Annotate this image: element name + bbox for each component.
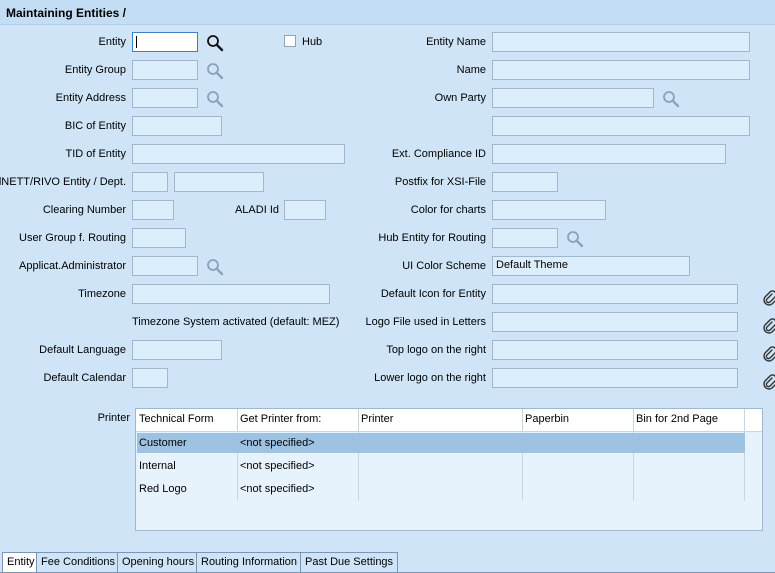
tid-label: TID of Entity [65,148,126,160]
color-charts-field[interactable] [492,200,606,220]
printer-table[interactable]: Technical Form Get Printer from: Printer… [135,408,763,531]
lower-logo-attach-icon[interactable] [760,372,775,390]
default-icon-label: Default Icon for Entity [380,288,486,300]
entity-group-label: Entity Group [64,64,126,76]
default-calendar-label: Default Calendar [43,372,126,384]
color-charts-label: Color for charts [410,204,486,216]
default-language-label: Default Language [39,344,126,356]
column-header[interactable]: Get Printer from: [240,413,321,425]
name-field[interactable] [492,60,750,80]
printer-label: Printer [97,412,130,424]
postfix-field[interactable] [492,172,558,192]
name-label: Name [456,64,486,76]
top-logo-field[interactable] [492,340,738,360]
window-title: Maintaining Entities / [6,6,127,20]
tab-entity[interactable]: Entity [2,552,40,572]
postfix-label: Postfix for XSI-File [394,176,486,188]
hub-label: Hub [302,36,323,48]
allnett-dept-field[interactable] [174,172,264,192]
column-header[interactable]: Technical Form [139,413,214,425]
own-party-label: Own Party [434,92,486,104]
ext-compliance-field[interactable] [492,144,726,164]
column-header[interactable]: Printer [361,413,393,425]
entity-group-field[interactable] [132,60,198,80]
lower-logo-field[interactable] [492,368,738,388]
tab-past-due-settings[interactable]: Past Due Settings [300,552,399,572]
app-admin-search-icon[interactable] [206,258,224,276]
allnett-entity-field[interactable] [132,172,168,192]
column-header[interactable]: Paperbin [525,413,569,425]
entity-address-field[interactable] [132,88,198,108]
table-row[interactable]: Customer <not specified> [136,433,744,453]
hub-routing-label: Hub Entity for Routing [378,232,486,244]
timezone-field[interactable] [132,284,330,304]
top-logo-label: Top logo on the right [386,344,486,356]
hub-routing-field[interactable] [492,228,558,248]
tab-opening-hours[interactable]: Opening hours [117,552,200,572]
own-party-search-icon[interactable] [662,90,680,108]
own-party-name-field[interactable] [492,116,750,136]
printer-table-header: Technical Form Get Printer from: Printer… [136,409,762,432]
entity-label: Entity [98,36,126,48]
top-logo-attach-icon[interactable] [760,344,775,362]
timezone-label: Timezone [78,288,126,300]
window-title-bar: Maintaining Entities / [0,0,775,25]
user-group-field[interactable] [132,228,186,248]
app-admin-field[interactable] [132,256,198,276]
hub-routing-search-icon[interactable] [566,230,584,248]
allnett-label: allNETT/RIVO Entity / Dept. [0,176,126,188]
column-header[interactable]: Bin for 2nd Page [636,413,718,425]
default-icon-field[interactable] [492,284,738,304]
entity-address-search-icon[interactable] [206,90,224,108]
logo-letters-label: Logo File used in Letters [365,316,486,328]
table-cell: Red Logo [139,483,187,495]
default-calendar-field[interactable] [132,368,168,388]
user-group-label: User Group f. Routing [19,232,126,244]
bic-field[interactable] [132,116,222,136]
entity-name-field[interactable] [492,32,750,52]
entity-field[interactable] [132,32,198,52]
tid-field[interactable] [132,144,345,164]
app-admin-label: Applicat.Administrator [19,260,126,272]
table-row[interactable]: Red Logo <not specified> [136,479,744,499]
default-icon-attach-icon[interactable] [760,288,775,306]
lower-logo-label: Lower logo on the right [374,372,486,384]
table-row[interactable]: Internal <not specified> [136,456,744,476]
default-language-field[interactable] [132,340,222,360]
clearing-field[interactable] [132,200,174,220]
clearing-label: Clearing Number [42,204,126,216]
ui-color-label: UI Color Scheme [402,260,486,272]
table-cell: Internal [139,460,176,472]
aladi-field[interactable] [284,200,326,220]
entity-group-search-icon[interactable] [206,62,224,80]
table-cell[interactable]: <not specified> [240,437,315,449]
entity-address-label: Entity Address [55,92,126,104]
logo-letters-field[interactable] [492,312,738,332]
tab-routing-information[interactable]: Routing Information [196,552,302,572]
timezone-note: Timezone System activated (default: MEZ) [132,316,340,328]
logo-letters-attach-icon[interactable] [760,316,775,334]
table-cell[interactable]: <not specified> [240,460,315,472]
table-cell: Customer [139,437,187,449]
ext-compliance-label: Ext. Compliance ID [391,148,486,160]
entity-name-label: Entity Name [426,36,486,48]
bic-label: BIC of Entity [64,120,126,132]
aladi-label: ALADI Id [234,204,279,216]
hub-checkbox[interactable] [284,35,296,47]
entity-search-icon[interactable] [206,34,224,52]
ui-color-field[interactable]: Default Theme [492,256,690,276]
table-cell[interactable]: <not specified> [240,483,315,495]
own-party-field[interactable] [492,88,654,108]
tab-fee-conditions[interactable]: Fee Conditions [36,552,120,572]
